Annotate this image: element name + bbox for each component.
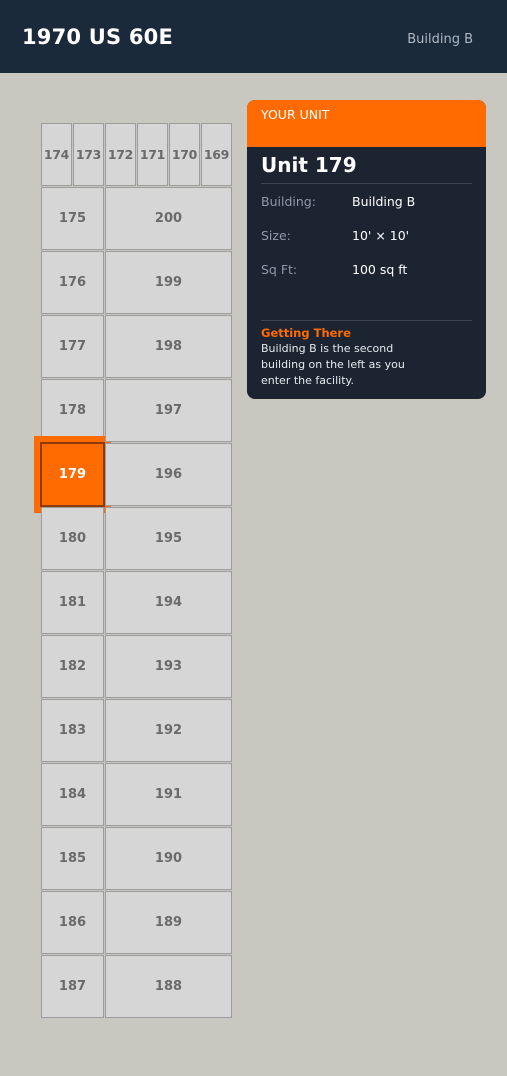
facility-title: 1970 US 60E bbox=[22, 24, 174, 49]
building-label: Building B bbox=[407, 32, 473, 47]
unit-179[interactable]: 179 bbox=[34, 436, 111, 513]
unit-info-panel: YOUR UNIT Unit 179 Building: Building B … bbox=[247, 100, 486, 399]
unit-171[interactable]: 171 bbox=[137, 123, 168, 186]
unit-183[interactable]: 183 bbox=[41, 699, 104, 762]
unit-200[interactable]: 200 bbox=[105, 187, 232, 250]
detail-value: 10' × 10' bbox=[352, 227, 410, 243]
unit-170[interactable]: 170 bbox=[169, 123, 200, 186]
unit-182[interactable]: 182 bbox=[41, 635, 104, 698]
unit-192[interactable]: 192 bbox=[105, 699, 232, 762]
detail-row-size: Size: 10' × 10' bbox=[261, 218, 472, 252]
unit-185[interactable]: 185 bbox=[41, 827, 104, 890]
unit-169[interactable]: 169 bbox=[201, 123, 232, 186]
unit-173[interactable]: 173 bbox=[73, 123, 104, 186]
getting-there-title: Getting There bbox=[261, 326, 351, 340]
app-header: 1970 US 60E Building B bbox=[0, 0, 507, 73]
unit-172[interactable]: 172 bbox=[105, 123, 136, 186]
unit-197[interactable]: 197 bbox=[105, 379, 232, 442]
unit-198[interactable]: 198 bbox=[105, 315, 232, 378]
detail-row-sqft: Sq Ft: 100 sq ft bbox=[261, 252, 472, 286]
unit-199[interactable]: 199 bbox=[105, 251, 232, 314]
unit-184[interactable]: 184 bbox=[41, 763, 104, 826]
detail-value: Building B bbox=[352, 193, 416, 209]
detail-label: Size: bbox=[261, 227, 291, 243]
unit-181[interactable]: 181 bbox=[41, 571, 104, 634]
unit-title: Unit 179 bbox=[261, 153, 472, 184]
unit-190[interactable]: 190 bbox=[105, 827, 232, 890]
detail-label: Building: bbox=[261, 193, 316, 209]
unit-178[interactable]: 178 bbox=[41, 379, 104, 442]
detail-value: 100 sq ft bbox=[352, 261, 408, 277]
unit-191[interactable]: 191 bbox=[105, 763, 232, 826]
getting-there-text: Building B is the second building on the… bbox=[261, 342, 405, 387]
panel-header: YOUR UNIT bbox=[247, 100, 486, 147]
unit-180[interactable]: 180 bbox=[41, 507, 104, 570]
unit-195[interactable]: 195 bbox=[105, 507, 232, 570]
unit-174[interactable]: 174 bbox=[41, 123, 72, 186]
unit-186[interactable]: 186 bbox=[41, 891, 104, 954]
unit-189[interactable]: 189 bbox=[105, 891, 232, 954]
unit-193[interactable]: 193 bbox=[105, 635, 232, 698]
unit-176[interactable]: 176 bbox=[41, 251, 104, 314]
unit-177[interactable]: 177 bbox=[41, 315, 104, 378]
detail-row-building: Building: Building B bbox=[261, 184, 472, 218]
unit-175[interactable]: 175 bbox=[41, 187, 104, 250]
unit-188[interactable]: 188 bbox=[105, 955, 232, 1018]
unit-187[interactable]: 187 bbox=[41, 955, 104, 1018]
unit-196[interactable]: 196 bbox=[105, 443, 232, 506]
divider bbox=[261, 320, 472, 321]
unit-194[interactable]: 194 bbox=[105, 571, 232, 634]
selected-unit-label: 179 bbox=[40, 442, 105, 507]
detail-label: Sq Ft: bbox=[261, 261, 298, 277]
